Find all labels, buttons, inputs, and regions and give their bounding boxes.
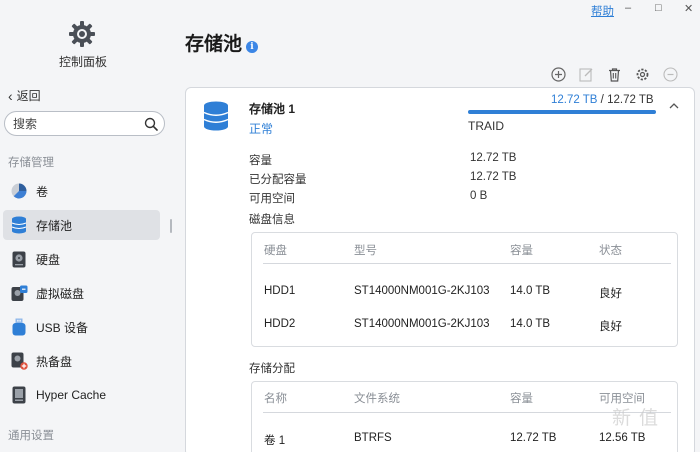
storage-pool-icon [10, 216, 28, 234]
section-storage-management: 存储管理 [8, 157, 54, 169]
more-button[interactable] [661, 66, 680, 83]
sidebar: 控制面板 ‹ 返回 存储管理 卷 存储池 硬盘 虚拟磁盘 [0, 0, 166, 452]
table-cell: ST14000NM001G-2KJ103 [354, 318, 490, 330]
usb-device-icon [10, 318, 28, 336]
sidebar-item-virtual-disk[interactable]: 虚拟磁盘 [3, 278, 160, 308]
sidebar-item-volume[interactable]: 卷 [3, 176, 160, 206]
table-cell: 14.0 TB [510, 285, 551, 297]
edit-button[interactable] [577, 66, 596, 83]
table-cell: 良好 [599, 288, 622, 300]
capacity-bar-fill [468, 110, 656, 114]
column-header: 硬盘 [264, 245, 287, 257]
chevron-left-icon: ‹ [8, 87, 13, 104]
capacity-bar [468, 110, 656, 114]
control-panel-gear-icon [69, 21, 95, 47]
sidebar-item-usb-device[interactable]: USB 设备 [3, 312, 160, 342]
table-cell: ST14000NM001G-2KJ103 [354, 285, 490, 297]
delete-button[interactable] [605, 66, 624, 83]
search-box[interactable] [4, 111, 165, 136]
disk-info-table: 硬盘 型号 容量 状态 HDD1 ST14000NM001G-2KJ103 14… [251, 232, 678, 347]
column-header: 可用空间 [599, 393, 645, 405]
column-header: 文件系统 [354, 393, 400, 405]
hyper-cache-icon [10, 386, 28, 404]
more-icon [663, 67, 678, 82]
volume-pie-icon [10, 182, 28, 200]
sidebar-item-label: 硬盘 [36, 252, 61, 267]
page-title: 存储池 [185, 34, 243, 55]
back-button[interactable]: ‹ 返回 [8, 87, 41, 104]
back-label: 返回 [16, 89, 41, 103]
sidebar-item-label: Hyper Cache [36, 388, 107, 402]
storage-allocation-table: 名称 文件系统 容量 可用空间 卷 1 BTRFS 12.72 TB 12.56… [251, 381, 678, 452]
sidebar-item-label: 热备盘 [36, 354, 73, 369]
sidebar-item-hot-spare[interactable]: 热备盘 [3, 346, 160, 376]
settings-icon [636, 68, 649, 81]
capacity-value: 12.72 TB [470, 152, 517, 164]
column-header: 名称 [264, 393, 287, 405]
disk-info-title: 磁盘信息 [249, 214, 295, 226]
sidebar-item-label: USB 设备 [36, 320, 89, 335]
help-link[interactable]: 帮助 [591, 3, 614, 19]
storage-pool-card: 存储池 1 正常 12.72 TB / 12.72 TB TRAID 容量 12… [185, 87, 695, 452]
table-cell: BTRFS [354, 432, 392, 444]
capacity-separator: / [600, 94, 604, 106]
sidebar-item-label: 存储池 [36, 218, 73, 233]
pool-status: 正常 [249, 122, 274, 136]
add-icon [551, 67, 566, 82]
free-space-value: 0 B [470, 190, 488, 202]
raid-type: TRAID [468, 119, 504, 133]
add-button[interactable] [549, 66, 568, 83]
column-header: 容量 [510, 245, 533, 257]
table-cell: HDD2 [264, 318, 296, 330]
sidebar-item-label: 虚拟磁盘 [36, 286, 85, 301]
info-icon[interactable]: i [246, 41, 258, 53]
search-icon[interactable] [144, 117, 158, 131]
storage-allocation-title: 存储分配 [249, 363, 295, 375]
edit-icon [579, 68, 593, 82]
table-cell: 12.56 TB [599, 432, 646, 444]
table-cell: 14.0 TB [510, 318, 551, 330]
chevron-up-icon[interactable] [667, 99, 681, 113]
pool-name: 存储池 1 [249, 102, 296, 116]
allocated-label: 已分配容量 [249, 174, 307, 186]
sidebar-scrollbar[interactable] [170, 219, 172, 233]
pool-capacity-text: 12.72 TB / 12.72 TB [551, 94, 654, 106]
table-cell: 良好 [599, 321, 622, 333]
delete-icon [609, 68, 620, 82]
column-header: 容量 [510, 393, 533, 405]
table-cell: 12.72 TB [510, 432, 557, 444]
search-input[interactable] [13, 116, 144, 131]
section-general-settings: 通用设置 [8, 430, 54, 442]
total-capacity: 12.72 TB [607, 94, 654, 106]
toolbar [549, 66, 680, 83]
sidebar-item-label: 卷 [36, 184, 49, 199]
used-capacity: 12.72 TB [551, 94, 598, 106]
header-divider [263, 263, 671, 264]
sidebar-item-hard-disk[interactable]: 硬盘 [3, 244, 160, 274]
column-header: 型号 [354, 245, 377, 257]
settings-button[interactable] [633, 66, 652, 83]
header-divider [263, 412, 671, 413]
storage-pool-icon [203, 101, 229, 131]
close-button[interactable]: ✕ [684, 2, 693, 15]
column-header: 状态 [599, 245, 622, 257]
maximize-button[interactable]: □ [655, 2, 662, 14]
hard-disk-icon [10, 250, 28, 268]
sidebar-item-storage-pool[interactable]: 存储池 [3, 210, 160, 240]
capacity-label: 容量 [249, 155, 272, 167]
hot-spare-icon [10, 352, 28, 370]
control-panel-title: 控制面板 [58, 55, 107, 69]
table-cell: 卷 1 [264, 435, 286, 447]
virtual-disk-icon [10, 284, 28, 302]
table-cell: HDD1 [264, 285, 296, 297]
allocated-value: 12.72 TB [470, 171, 517, 183]
minimize-button[interactable]: – [625, 2, 631, 14]
free-space-label: 可用空间 [249, 193, 295, 205]
sidebar-item-hyper-cache[interactable]: Hyper Cache [3, 380, 160, 410]
